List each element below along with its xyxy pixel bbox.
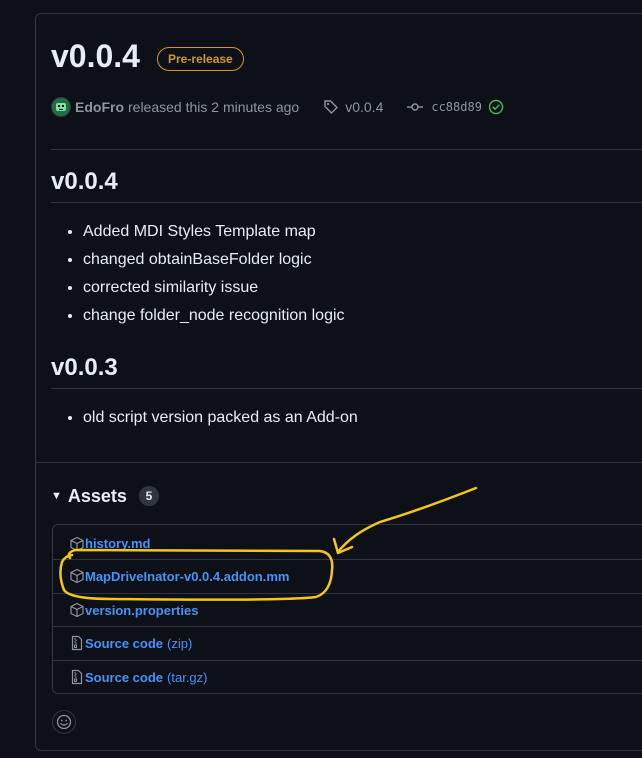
asset-link[interactable]: version.properties <box>85 603 198 618</box>
add-reaction-button[interactable] <box>52 710 76 734</box>
heading-underline <box>51 202 642 203</box>
file-zip-icon <box>71 669 83 685</box>
verified-check-icon[interactable] <box>488 99 504 115</box>
released-text: released this 2 minutes ago <box>128 99 300 115</box>
asset-row: MapDriveInator-v0.0.4.addon.mm <box>53 559 642 592</box>
assets-list: history.md MapDriveInator-v0.0.4.addon.m… <box>52 524 642 694</box>
asset-row: version.properties <box>53 593 642 626</box>
list-item: change folder_node recognition logic <box>83 302 345 330</box>
tag-link[interactable]: v0.0.4 <box>323 99 383 115</box>
asset-format[interactable]: (tar.gz) <box>167 670 207 685</box>
list-item: corrected similarity issue <box>83 274 345 302</box>
divider <box>51 149 642 150</box>
assets-count-badge: 5 <box>138 486 159 506</box>
list-item: old script version packed as an Add-on <box>83 404 358 432</box>
list-item: changed obtainBaseFolder logic <box>83 246 345 274</box>
package-icon <box>70 602 84 618</box>
release-meta: EdoFro released this 2 minutes ago v0.0.… <box>51 96 504 118</box>
package-icon <box>70 536 84 551</box>
asset-link[interactable]: MapDriveInator-v0.0.4.addon.mm <box>85 569 289 584</box>
commit-sha: cc88d89 <box>431 100 482 114</box>
list-item: Added MDI Styles Template map <box>83 218 345 246</box>
asset-row: Source code (zip) <box>53 626 642 659</box>
tag-label: v0.0.4 <box>345 99 384 115</box>
asset-row: Source code (tar.gz) <box>53 660 642 693</box>
assets-toggle[interactable]: ▼ Assets 5 <box>51 484 159 508</box>
package-icon <box>70 568 84 584</box>
asset-link[interactable]: Source code <box>85 636 163 651</box>
asset-link[interactable]: Source code <box>85 670 163 685</box>
release-page: v0.0.4 Pre-release EdoFro released this … <box>0 0 642 758</box>
asset-link[interactable]: history.md <box>85 536 151 551</box>
commit-link[interactable]: cc88d89 <box>407 99 504 115</box>
asset-row: history.md <box>53 527 642 560</box>
caret-down-icon: ▼ <box>51 490 62 502</box>
commit-icon <box>407 103 424 111</box>
avatar[interactable] <box>51 97 71 117</box>
section-divider <box>35 462 642 463</box>
notes-heading-v004: v0.0.4 <box>51 168 118 195</box>
smiley-icon <box>56 714 72 730</box>
heading-underline <box>51 388 642 389</box>
notes-list-v004: Added MDI Styles Template map changed ob… <box>51 218 345 330</box>
prerelease-badge: Pre-release <box>157 47 244 71</box>
notes-heading-v003: v0.0.3 <box>51 354 118 381</box>
file-zip-icon <box>71 635 83 651</box>
author-link[interactable]: EdoFro <box>75 99 124 115</box>
release-title[interactable]: v0.0.4 <box>51 36 140 76</box>
notes-list-v003: old script version packed as an Add-on <box>51 404 358 432</box>
assets-title: Assets <box>67 485 127 506</box>
asset-format[interactable]: (zip) <box>167 636 192 651</box>
tag-icon <box>324 100 338 114</box>
avatar-icon <box>56 103 66 111</box>
